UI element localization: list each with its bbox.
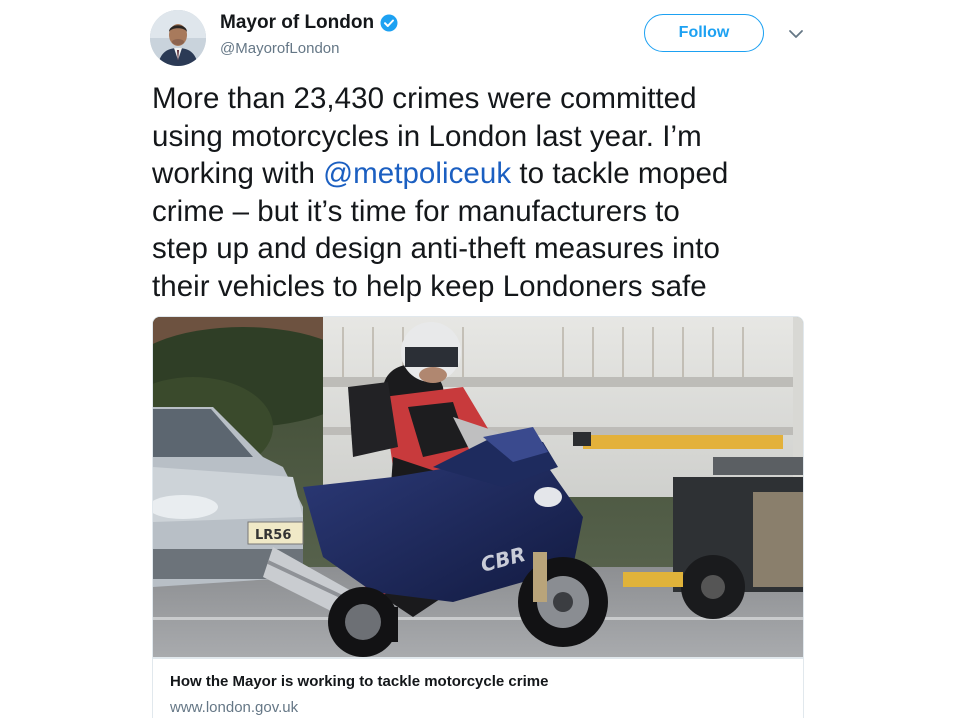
card-image[interactable]: LR56 CBR <box>153 317 803 659</box>
mention-link[interactable]: @metpoliceuk <box>323 157 511 190</box>
tweet-line-text: to tackle moped <box>511 157 729 190</box>
tweet-line: step up and design anti-theft measures i… <box>152 232 720 265</box>
card-title[interactable]: How the Mayor is working to tackle motor… <box>170 673 548 690</box>
author-handle[interactable]: @MayorofLondon <box>220 40 339 57</box>
avatar-image <box>150 10 206 66</box>
tweet-line: their vehicles to help keep Londoners sa… <box>152 269 707 303</box>
avatar[interactable] <box>150 10 206 66</box>
author-name-row[interactable]: Mayor of London <box>220 12 398 34</box>
tweet-line: using motorcycles in London last year. I… <box>152 119 702 153</box>
card-domain[interactable]: www.london.gov.uk <box>170 699 298 716</box>
tweet-line: More than 23,430 crimes were committed <box>152 82 697 115</box>
verified-badge-icon <box>380 14 398 32</box>
license-plate: LR56 <box>255 528 291 543</box>
author-display-name[interactable]: Mayor of London <box>220 12 374 34</box>
tweet-line-text: working with <box>152 157 324 190</box>
tweet-line: working with @metpoliceuk to tackle mope… <box>152 155 812 193</box>
follow-button[interactable]: Follow <box>644 14 764 52</box>
tweet-header: Mayor of London @MayorofLondon Follow <box>150 8 810 66</box>
tweet-text: More than 23,430 crimes were committed u… <box>152 80 812 305</box>
chevron-down-icon[interactable] <box>786 24 806 44</box>
link-card[interactable]: LR56 CBR How the Mayor is working to tac… <box>152 316 804 718</box>
tweet-line: crime – but it’s time for manufacturers … <box>152 194 680 228</box>
